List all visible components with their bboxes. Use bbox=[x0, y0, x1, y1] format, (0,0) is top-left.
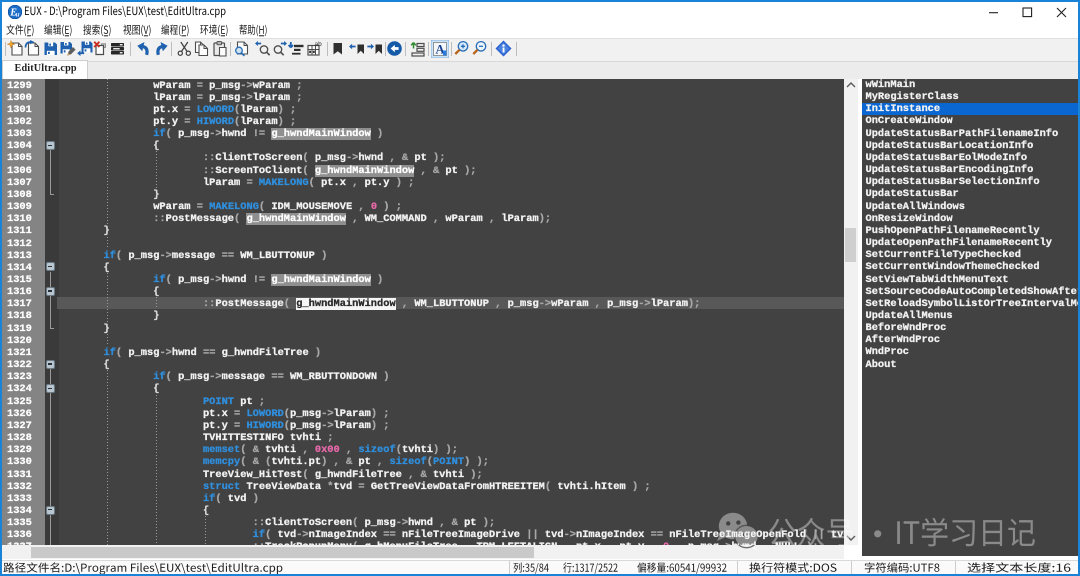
svg-text:ab: ab bbox=[314, 41, 322, 48]
svg-text:u: u bbox=[15, 10, 19, 18]
